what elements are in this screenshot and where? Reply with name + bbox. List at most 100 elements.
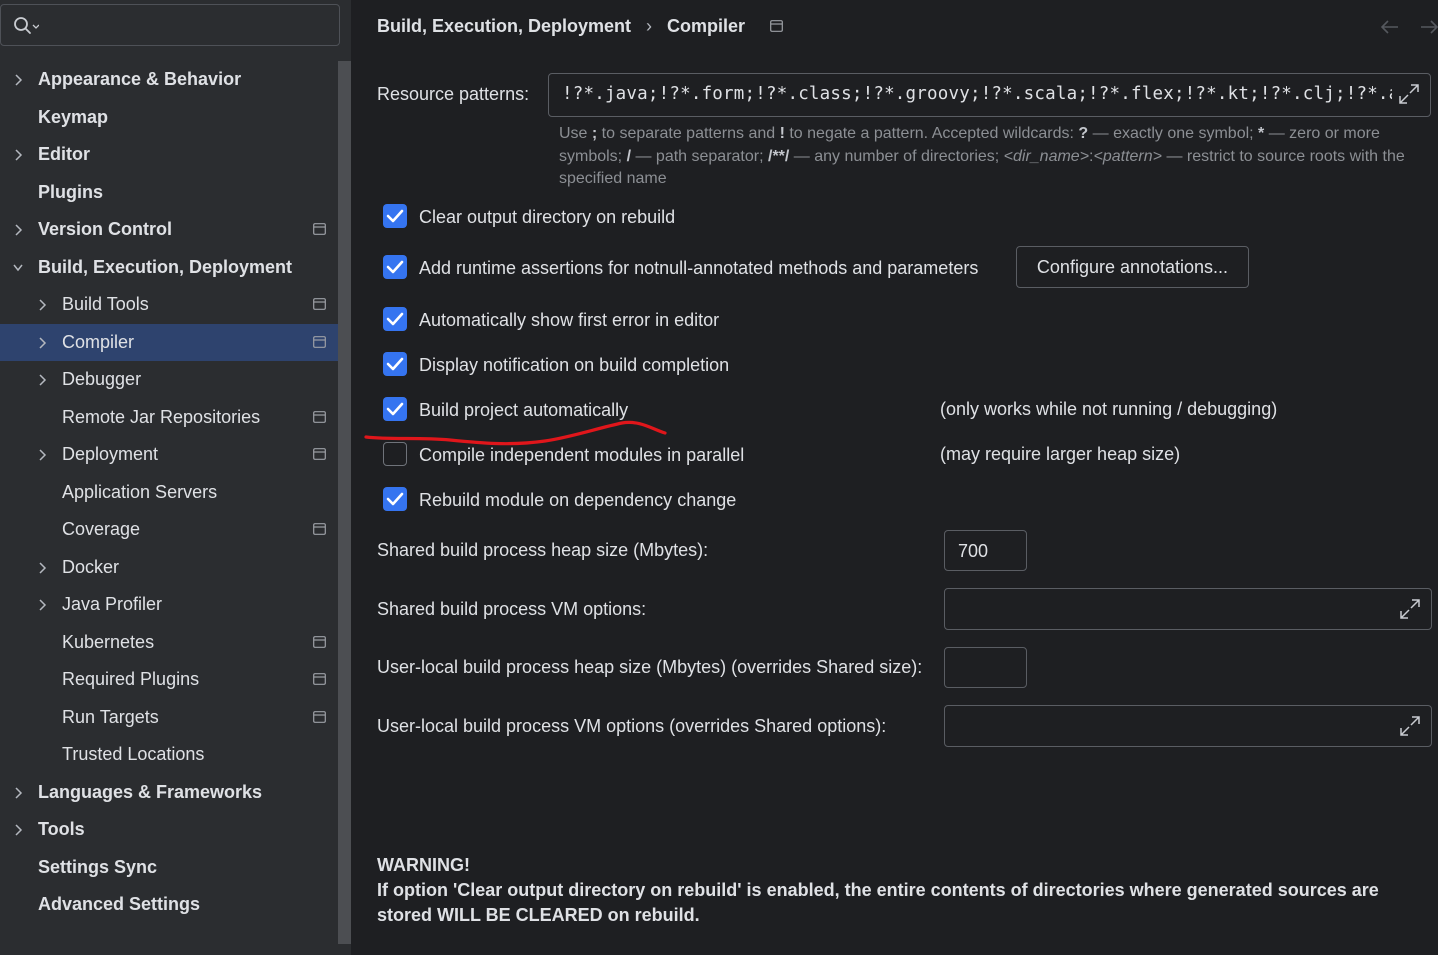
sidebar-scrollbar[interactable] [338, 61, 351, 944]
chevron-right-icon[interactable] [37, 449, 47, 461]
sidebar-item-build-tools[interactable]: Build Tools [0, 286, 338, 324]
sidebar-item-label: Build Tools [62, 294, 149, 314]
sidebar-item-label: Required Plugins [62, 669, 200, 689]
settings-search-box[interactable] [0, 4, 340, 46]
sidebar-item-compiler[interactable]: Compiler [0, 323, 351, 361]
option-label: Automatically show first error in editor [419, 310, 720, 330]
checkbox[interactable] [383, 255, 407, 279]
search-icon [14, 17, 39, 34]
sidebar-item-appearance-behavior[interactable]: Appearance & Behavior [0, 61, 338, 99]
sidebar-item-application-servers[interactable]: Application Servers [0, 474, 338, 512]
option-label: Rebuild module on dependency change [419, 490, 737, 510]
checkbox[interactable] [383, 397, 407, 421]
project-scope-icon [313, 335, 326, 348]
option-label: Compile independent modules in parallel [419, 445, 745, 465]
checkbox[interactable] [383, 487, 407, 511]
settings-sidebar: Appearance & Behavior Keymap Editor Plugins… [0, 0, 351, 955]
sidebar-item-kubernetes[interactable]: Kubernetes [0, 624, 338, 662]
chevron-right-icon[interactable] [37, 599, 47, 611]
user-heap-field[interactable] [944, 647, 1027, 688]
sidebar-item-trusted-locations[interactable]: Trusted Locations [0, 736, 338, 774]
chevron-right-icon[interactable] [13, 824, 23, 836]
user-heap-label: User-local build process heap size (Mbyt… [377, 657, 923, 677]
settings-content: Build, Execution, Deployment › Compiler Re… [351, 0, 1438, 955]
shared-heap-field[interactable]: 700 [944, 530, 1027, 571]
project-scope-icon [313, 298, 326, 310]
chevron-right-icon[interactable] [37, 561, 47, 574]
sidebar-item-label: Plugins [38, 181, 104, 202]
checkbox[interactable] [383, 307, 407, 331]
check-icon [386, 402, 404, 416]
checkbox[interactable] [383, 352, 407, 376]
sidebar-item-label: Run Targets [62, 706, 159, 727]
resource-patterns-field[interactable]: !?*.java;!?*.form;!?*.class;!?*.groovy;!… [548, 73, 1431, 117]
warning-text: If option 'Clear output directory on reb… [377, 880, 1379, 925]
chevron-right-icon[interactable] [37, 299, 47, 311]
sidebar-item-label: Remote Jar Repositories [62, 406, 261, 427]
sidebar-item-debugger[interactable]: Debugger [0, 361, 338, 399]
sidebar-item-settings-sync[interactable]: Settings Sync [0, 849, 338, 887]
shared-heap-label: Shared build process heap size (Mbytes): [377, 540, 709, 560]
sidebar-item-label: Docker [62, 556, 120, 577]
project-scope-icon [313, 223, 326, 235]
sidebar-item-remote-jar-repositories[interactable]: Remote Jar Repositories [0, 399, 338, 437]
build-automatically-note: (only works while not running / debuggin… [940, 399, 1278, 419]
breadcrumb-current: Compiler [667, 16, 746, 36]
sidebar-item-build-execution-deployment[interactable]: Build, Execution, Deployment [0, 249, 338, 287]
chevron-right-icon[interactable] [13, 786, 23, 799]
sidebar-item-deployment[interactable]: Deployment [0, 436, 338, 474]
project-scope-icon [313, 410, 326, 423]
sidebar-item-run-targets[interactable]: Run Targets [0, 699, 338, 737]
shared-heap-value: 700 [958, 541, 989, 561]
sidebar-item-editor[interactable]: Editor [0, 136, 338, 174]
project-scope-icon [313, 448, 326, 460]
configure-annotations-button[interactable]: Configure annotations... [1016, 246, 1249, 288]
expand-icon[interactable] [1399, 715, 1421, 737]
sidebar-item-label: Tools [38, 819, 85, 839]
checkbox[interactable] [383, 442, 407, 466]
sidebar-item-label: Debugger [62, 369, 142, 389]
chevron-right-icon[interactable] [13, 224, 23, 236]
check-icon [386, 312, 404, 326]
expand-icon[interactable] [1398, 83, 1420, 105]
expand-icon[interactable] [1399, 598, 1421, 620]
resource-patterns-hint: Use ; to separate patterns and ! to nega… [559, 125, 1405, 187]
user-vm-field[interactable] [944, 705, 1432, 747]
sidebar-item-keymap[interactable]: Keymap [0, 99, 338, 137]
sidebar-item-label: Kubernetes [62, 631, 155, 652]
back-arrow-icon[interactable] [1380, 17, 1400, 37]
sidebar-item-docker[interactable]: Docker [0, 549, 338, 587]
forward-arrow-icon[interactable] [1419, 17, 1438, 37]
sidebar-item-version-control[interactable]: Version Control [0, 211, 338, 249]
project-scope-icon [770, 20, 783, 32]
sidebar-item-label: Java Profiler [62, 594, 163, 614]
sidebar-item-required-plugins[interactable]: Required Plugins [0, 661, 338, 699]
sidebar-item-coverage[interactable]: Coverage [0, 511, 338, 549]
project-scope-icon [313, 635, 326, 648]
check-icon [386, 260, 404, 274]
chevron-right-icon[interactable] [13, 74, 23, 86]
check-icon [386, 492, 404, 506]
sidebar-item-languages-frameworks[interactable]: Languages & Frameworks [0, 774, 338, 812]
settings-tree: Appearance & Behavior Keymap Editor Plugins… [0, 61, 351, 924]
project-scope-icon [313, 523, 326, 535]
sidebar-item-advanced-settings[interactable]: Advanced Settings [0, 886, 338, 924]
chevron-right-icon[interactable] [13, 149, 23, 161]
clear-output-warning: WARNING! If option 'Clear output directo… [377, 853, 1417, 928]
chevron-right-icon[interactable] [37, 374, 47, 386]
search-input[interactable] [45, 13, 325, 39]
shared-vm-field[interactable] [944, 588, 1432, 630]
sidebar-item-label: Settings Sync [38, 856, 158, 877]
checkbox[interactable] [383, 204, 407, 228]
breadcrumb-parent[interactable]: Build, Execution, Deployment [377, 14, 631, 38]
check-icon [386, 357, 404, 371]
sidebar-item-label: Trusted Locations [62, 744, 205, 764]
option-label: Clear output directory on rebuild [419, 207, 676, 227]
chevron-down-icon[interactable] [13, 262, 23, 274]
sidebar-item-java-profiler[interactable]: Java Profiler [0, 586, 338, 624]
sidebar-item-plugins[interactable]: Plugins [0, 174, 338, 212]
resource-patterns-label: Resource patterns: [377, 84, 530, 104]
chevron-right-icon[interactable] [37, 336, 47, 349]
sidebar-item-tools[interactable]: Tools [0, 811, 338, 849]
resource-patterns-value: !?*.java;!?*.form;!?*.class;!?*.groovy;!… [562, 84, 1392, 104]
